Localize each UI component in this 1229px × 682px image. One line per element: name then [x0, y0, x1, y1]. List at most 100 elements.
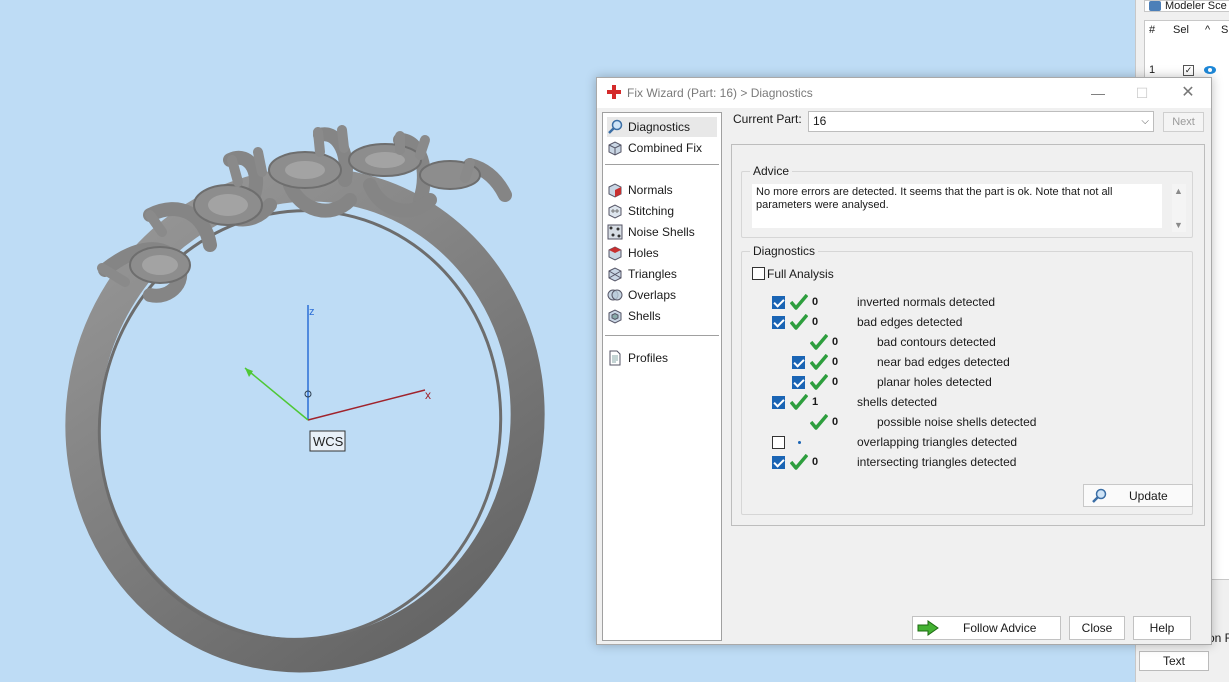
nav-shells[interactable]: Shells: [607, 306, 717, 326]
row-index: 1: [1149, 64, 1156, 76]
current-part-value: 16: [813, 114, 827, 128]
diagnostic-label: bad contours detected: [877, 335, 996, 349]
text-button[interactable]: Text: [1139, 651, 1209, 671]
z-axis-label: z: [309, 306, 315, 318]
full-analysis-checkbox[interactable]: [752, 267, 765, 280]
x-axis: [307, 389, 426, 421]
help-button[interactable]: Help: [1133, 616, 1191, 640]
nav-profiles[interactable]: Profiles: [607, 348, 717, 368]
magnifier-icon: [1092, 488, 1107, 503]
diagnostic-label: intersecting triangles detected: [857, 455, 1017, 469]
normals-icon: [608, 183, 622, 198]
nav-normals[interactable]: Normals: [607, 180, 717, 200]
nav-overlaps[interactable]: Overlaps: [607, 285, 717, 305]
x-axis-label: x: [425, 388, 431, 402]
next-button[interactable]: Next: [1163, 112, 1204, 132]
nav-combined-fix[interactable]: Combined Fix: [607, 138, 717, 158]
current-part-label: Current Part:: [733, 112, 802, 126]
diagnostic-label: shells detected: [857, 395, 938, 409]
diagnostics-panel: Advice No more errors are detected. It s…: [731, 144, 1205, 526]
magnifier-icon: [608, 119, 623, 134]
diagnostics-group: Diagnostics Full Analysis 0 inverted norm…: [741, 244, 1193, 515]
nav-separator: [605, 164, 719, 165]
noise-shells-icon: [607, 224, 623, 240]
col-header-sl[interactable]: Sl: [1221, 24, 1229, 36]
shells-icon: [608, 309, 622, 324]
col-header-sort[interactable]: ^: [1205, 24, 1210, 36]
holes-icon: [608, 246, 622, 261]
diagnostic-count: 0: [812, 296, 819, 308]
wizard-nav: Diagnostics Combined Fix Normals Stitchi…: [602, 112, 722, 641]
check-mark-icon: [789, 393, 809, 410]
scene-panel-title: Modeler Sce: [1144, 0, 1229, 12]
stitching-icon: [608, 204, 622, 219]
diagnostic-checkbox[interactable]: [792, 376, 805, 389]
scene-icon: [1149, 1, 1161, 11]
diagnostic-count: 0: [832, 376, 839, 388]
diagnostic-count: 0: [812, 316, 819, 328]
nav-noise-shells[interactable]: Noise Shells: [607, 222, 717, 242]
diagnostic-checkbox[interactable]: [772, 436, 785, 449]
scroll-up-icon[interactable]: ▲: [1174, 186, 1183, 196]
nav-triangles[interactable]: Triangles: [607, 264, 717, 284]
check-mark-icon: [809, 333, 829, 350]
diagnostic-label: near bad edges detected: [877, 355, 1010, 369]
col-header-index[interactable]: #: [1149, 24, 1155, 36]
close-button[interactable]: Close: [1069, 616, 1125, 640]
advice-title: Advice: [750, 164, 793, 178]
close-window-button[interactable]: ✕: [1173, 84, 1203, 102]
document-icon: [609, 350, 621, 366]
cube-icon: [608, 141, 622, 156]
diagnostics-title: Diagnostics: [750, 244, 819, 258]
fix-wizard-dialog: Fix Wizard (Part: 16) > Diagnostics — ☐ …: [596, 77, 1212, 645]
diagnostic-count: 1: [812, 396, 819, 408]
check-mark-icon: [789, 313, 809, 330]
diagnostic-checkbox[interactable]: [772, 396, 785, 409]
diagnostic-label: planar holes detected: [877, 375, 992, 389]
chevron-down-icon: ⌵: [1141, 116, 1149, 127]
diagnostic-count: 0: [832, 416, 839, 428]
check-mark-icon: [809, 373, 829, 390]
follow-advice-button[interactable]: Follow Advice: [912, 616, 1061, 640]
col-header-select[interactable]: Sel: [1173, 24, 1189, 36]
check-mark-icon: [789, 453, 809, 470]
diagnostic-label: inverted normals detected: [857, 295, 996, 309]
y-axis: [244, 367, 309, 421]
arrow-right-icon: [917, 620, 939, 636]
diagnostic-checkbox[interactable]: [772, 456, 785, 469]
advice-group: Advice No more errors are detected. It s…: [741, 164, 1193, 238]
advice-text: No more errors are detected. It seems th…: [752, 184, 1162, 228]
diagnostic-label: possible noise shells detected: [877, 415, 1037, 429]
row-select-checkbox[interactable]: ✓: [1183, 65, 1194, 76]
maximize-button[interactable]: ☐: [1127, 84, 1157, 102]
eye-icon[interactable]: [1203, 65, 1217, 75]
red-cross-icon: [607, 85, 621, 99]
wcs-label: WCS: [313, 434, 344, 449]
ring-model[interactable]: z x WCS: [0, 0, 600, 682]
nav-separator: [605, 335, 719, 336]
nav-holes[interactable]: Holes: [607, 243, 717, 263]
diagnostic-checkbox[interactable]: [772, 316, 785, 329]
diagnostic-checkbox[interactable]: [772, 296, 785, 309]
diagnostic-label: overlapping triangles detected: [857, 435, 1018, 449]
overlaps-icon: [607, 289, 623, 301]
diagnostic-checkbox[interactable]: [792, 356, 805, 369]
full-analysis-label: Full Analysis: [767, 267, 834, 281]
check-mark-icon: [809, 413, 829, 430]
diagnostic-count: 0: [832, 356, 839, 368]
check-mark-icon: [809, 353, 829, 370]
dialog-title: Fix Wizard (Part: 16) > Diagnostics: [627, 86, 813, 100]
minimize-button[interactable]: —: [1083, 84, 1113, 102]
nav-diagnostics[interactable]: Diagnostics: [607, 117, 717, 137]
dialog-titlebar[interactable]: Fix Wizard (Part: 16) > Diagnostics — ☐ …: [597, 78, 1211, 108]
advice-scrollbar[interactable]: ▲ ▼: [1172, 184, 1186, 232]
diagnostic-count: 0: [832, 336, 839, 348]
scroll-down-icon[interactable]: ▼: [1174, 220, 1183, 230]
check-mark-icon: [789, 293, 809, 310]
diagnostic-label: bad edges detected: [857, 315, 963, 329]
triangles-icon: [608, 267, 622, 282]
nav-stitching[interactable]: Stitching: [607, 201, 717, 221]
diagnostic-count: 0: [812, 456, 819, 468]
current-part-dropdown[interactable]: 16 ⌵: [808, 111, 1154, 132]
update-button[interactable]: Update: [1083, 484, 1193, 507]
